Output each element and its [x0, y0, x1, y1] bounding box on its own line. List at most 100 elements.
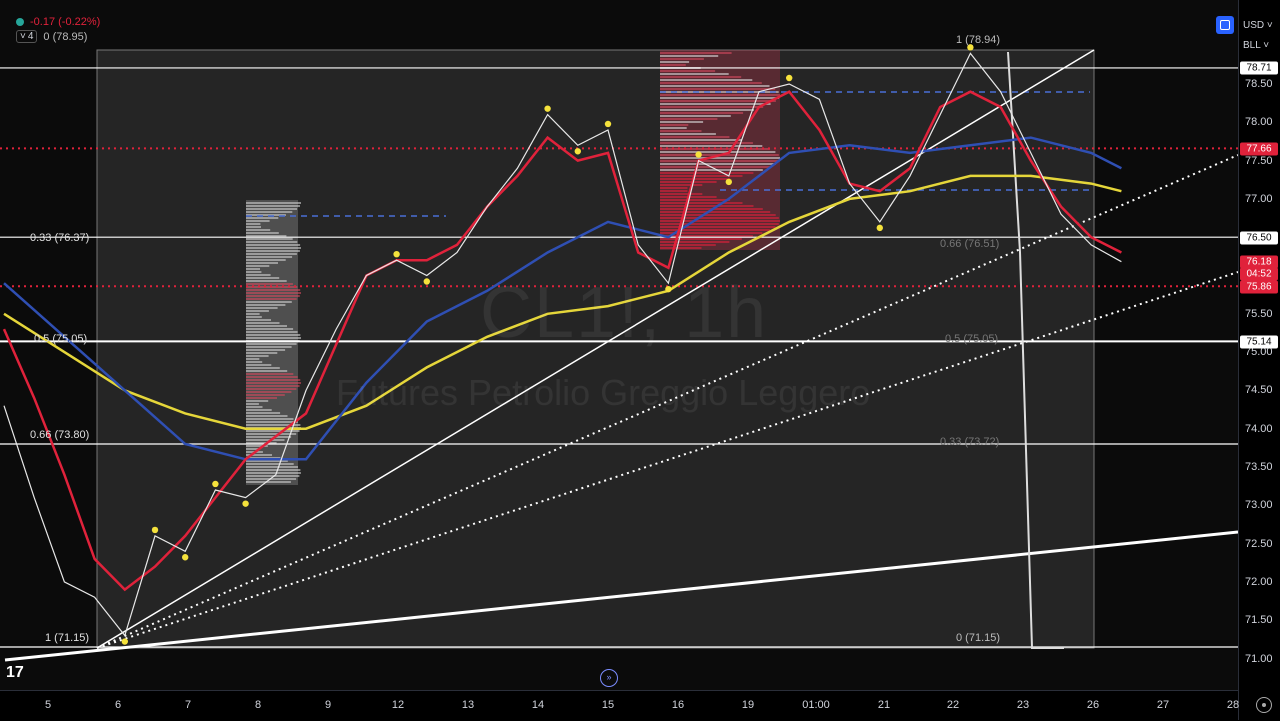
- sync-button[interactable]: [1216, 16, 1234, 34]
- price-tick: 73.50: [1245, 461, 1273, 473]
- volume-bar: [660, 109, 754, 111]
- volume-bar: [660, 73, 729, 75]
- volume-bar: [660, 151, 776, 153]
- volume-bar: [246, 331, 298, 333]
- volume-bar: [246, 352, 278, 354]
- volume-bar: [246, 415, 288, 417]
- currency-selector[interactable]: USD ˅: [1243, 20, 1273, 31]
- price-axis[interactable]: USD ˅ BLL ˅ 78.5078.0077.5077.0076.5076.…: [1238, 0, 1280, 720]
- volume-bar: [246, 364, 272, 366]
- volume-bar: [246, 223, 261, 225]
- volume-bar: [246, 220, 270, 222]
- volume-bar: [246, 244, 301, 246]
- volume-bar: [246, 439, 285, 441]
- volume-bar: [246, 343, 297, 345]
- volume-bar: [246, 394, 285, 396]
- volume-bar: [246, 268, 260, 270]
- time-tick: 19: [741, 699, 755, 711]
- volume-bar: [660, 112, 744, 114]
- time-tick: 01:00: [802, 699, 830, 711]
- volume-bar: [660, 61, 690, 63]
- settings-button[interactable]: [1256, 697, 1272, 713]
- fib-label: 0 (71.15): [956, 632, 1001, 644]
- pivot-dot: [151, 526, 159, 534]
- volume-bar: [660, 136, 730, 138]
- volume-bar: [246, 292, 301, 294]
- indicators-count: 4: [27, 31, 34, 42]
- volume-bar: [246, 304, 286, 306]
- volume-bar: [660, 244, 716, 246]
- price-label: 75.86: [1240, 280, 1278, 294]
- pivot-dot: [574, 148, 581, 155]
- price-label: 78.71: [1240, 61, 1278, 75]
- fib-label: 0.33 (76.37): [30, 232, 90, 244]
- volume-bar: [660, 100, 776, 102]
- volume-bar: [660, 160, 779, 162]
- volume-bar: [246, 385, 300, 387]
- unit-selector[interactable]: BLL ˅: [1243, 40, 1269, 51]
- volume-bar: [246, 301, 292, 303]
- volume-bar: [246, 409, 272, 411]
- time-axis[interactable]: 5 6 7 8 9 12 13 14 15 16 19 01:00 21 22 23 26 27 28: [0, 690, 1272, 721]
- symbol-name-watermark: Futures Petrolio Greggio Leggero: [336, 372, 871, 413]
- time-tick: 15: [601, 699, 615, 711]
- volume-bar: [246, 205, 300, 207]
- time-tick: 16: [671, 699, 685, 711]
- volume-bar: [246, 418, 294, 420]
- volume-bar: [660, 217, 779, 219]
- volume-bar: [246, 238, 293, 240]
- volume-bar: [246, 361, 263, 363]
- volume-bar: [246, 313, 260, 315]
- pivot-dot: [212, 480, 219, 488]
- volume-bar: [660, 190, 688, 192]
- volume-bar: [246, 379, 301, 381]
- volume-bar: [246, 334, 301, 336]
- volume-bar: [660, 214, 776, 216]
- volume-bar: [660, 58, 704, 60]
- price-tick: 75.50: [1245, 307, 1273, 320]
- pivot-dot: [786, 74, 793, 82]
- volume-bar: [660, 238, 742, 240]
- volume-bar: [246, 250, 300, 252]
- chevron-down-icon: ˅: [1266, 20, 1273, 31]
- time-tick: 13: [461, 699, 475, 711]
- replay-button[interactable]: »: [600, 669, 618, 687]
- volume-bar: [246, 289, 301, 291]
- pivot-dot: [182, 554, 189, 561]
- volume-bar: [660, 211, 771, 213]
- volume-bar: [246, 247, 301, 249]
- legend: -0.17 (-0.22%) ˅ 4 0 (78.95): [16, 16, 100, 43]
- collapse-indicators-button[interactable]: ˅ 4: [16, 30, 38, 43]
- volume-bar: [246, 412, 281, 414]
- chart-area[interactable]: CL1!, 1h Futures Petrolio Greggio Legger…: [0, 0, 1238, 690]
- price-tick: 78.00: [1245, 116, 1273, 129]
- volume-bar: [246, 403, 259, 405]
- volume-bar: [246, 256, 293, 258]
- price-label: 76.50: [1240, 231, 1278, 245]
- volume-bar: [660, 199, 731, 201]
- volume-bar: [660, 247, 702, 249]
- volume-bar: [246, 397, 277, 399]
- volume-bar: [246, 463, 294, 465]
- volume-bar: [246, 349, 286, 351]
- volume-bar: [660, 76, 742, 78]
- volume-bar: [660, 64, 686, 66]
- price-tick: 77.50: [1245, 154, 1273, 167]
- price-label: 04:52: [1240, 267, 1278, 281]
- tradingview-logo[interactable]: 17: [6, 664, 24, 682]
- price-tick: 73.00: [1245, 499, 1273, 512]
- fib-label: 1 (71.15): [45, 632, 90, 644]
- volume-bar: [660, 70, 716, 72]
- price-tick: 78.50: [1245, 78, 1273, 90]
- volume-bar: [246, 274, 271, 276]
- time-tick: 8: [254, 699, 262, 711]
- volume-bar: [660, 205, 754, 207]
- time-tick: 6: [114, 699, 122, 711]
- volume-bar: [246, 469, 301, 471]
- pivot-dot: [725, 178, 732, 186]
- volume-bar: [660, 97, 780, 99]
- fib-label: 0.5 (75.05): [34, 333, 88, 345]
- volume-bar: [660, 172, 754, 174]
- volume-bar: [246, 226, 261, 228]
- volume-bar: [246, 355, 269, 357]
